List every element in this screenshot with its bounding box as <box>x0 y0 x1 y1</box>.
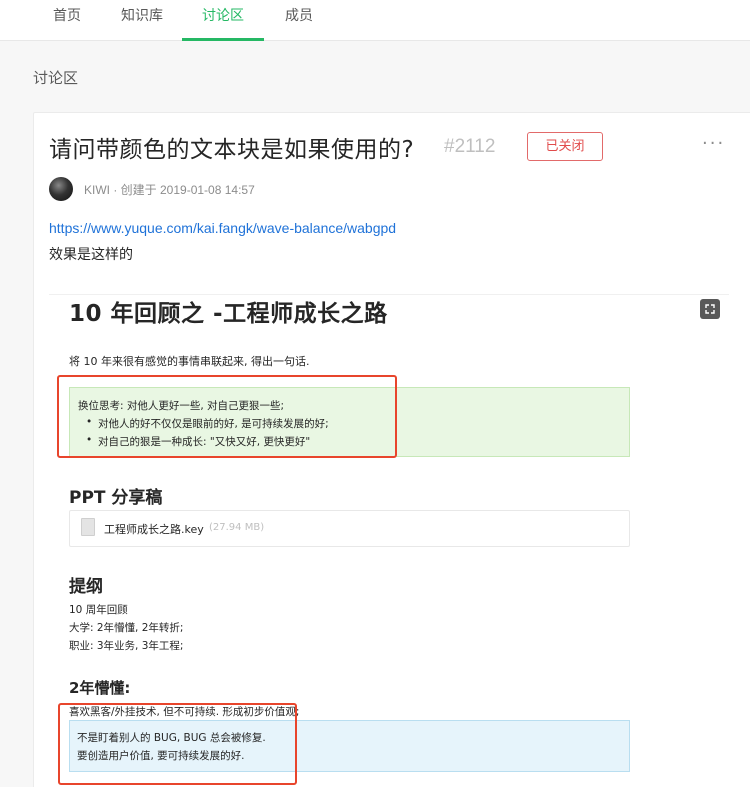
status-badge: 已关闭 <box>527 132 603 161</box>
post-link[interactable]: https://www.yuque.com/kai.fangk/wave-bal… <box>49 220 396 236</box>
ignorance-heading: 2年懵懂: <box>69 679 131 697</box>
outline-line: 职业: 3年业务, 3年工程; <box>69 640 184 652</box>
more-options-icon[interactable]: ··· <box>702 133 725 154</box>
outline-heading: 提纲 <box>69 577 103 597</box>
outline-line: 大学: 2年懵懂, 2年转折; <box>69 622 184 634</box>
top-nav: 首页 知识库 讨论区 成员 <box>0 0 750 41</box>
file-name[interactable]: 工程师成长之路.key <box>104 521 204 537</box>
annotation-box-blue <box>58 703 297 785</box>
annotation-box-green <box>57 375 397 458</box>
section-title: 讨论区 <box>33 69 79 87</box>
active-tab-indicator <box>182 38 264 41</box>
post-number: #2112 <box>444 136 496 157</box>
post-meta: KIWI · 创建于 2019-01-08 14:57 <box>84 181 255 198</box>
post-title: 请问带颜色的文本块是如果使用的? <box>49 137 415 163</box>
outline-line: 10 周年回顾 <box>69 604 128 616</box>
created-time: · 创建于 2019-01-08 14:57 <box>110 183 255 197</box>
doc-intro: 将 10 年来很有感觉的事情串联起来, 得出一句话. <box>69 355 310 368</box>
ppt-heading: PPT 分享稿 <box>69 488 163 508</box>
tab-home[interactable]: 首页 <box>52 0 82 41</box>
tab-knowledge-base[interactable]: 知识库 <box>120 0 164 41</box>
tab-discussions[interactable]: 讨论区 <box>182 0 264 41</box>
avatar[interactable] <box>49 177 73 201</box>
file-icon <box>81 518 95 536</box>
tab-members[interactable]: 成员 <box>284 0 314 41</box>
post-description: 效果是这样的 <box>49 247 133 263</box>
author-name[interactable]: KIWI <box>84 183 110 197</box>
doc-title: 10 年回顾之 -工程师成长之路 <box>69 301 388 327</box>
expand-icon[interactable] <box>700 299 720 319</box>
file-size: (27.94 MB) <box>209 522 265 533</box>
